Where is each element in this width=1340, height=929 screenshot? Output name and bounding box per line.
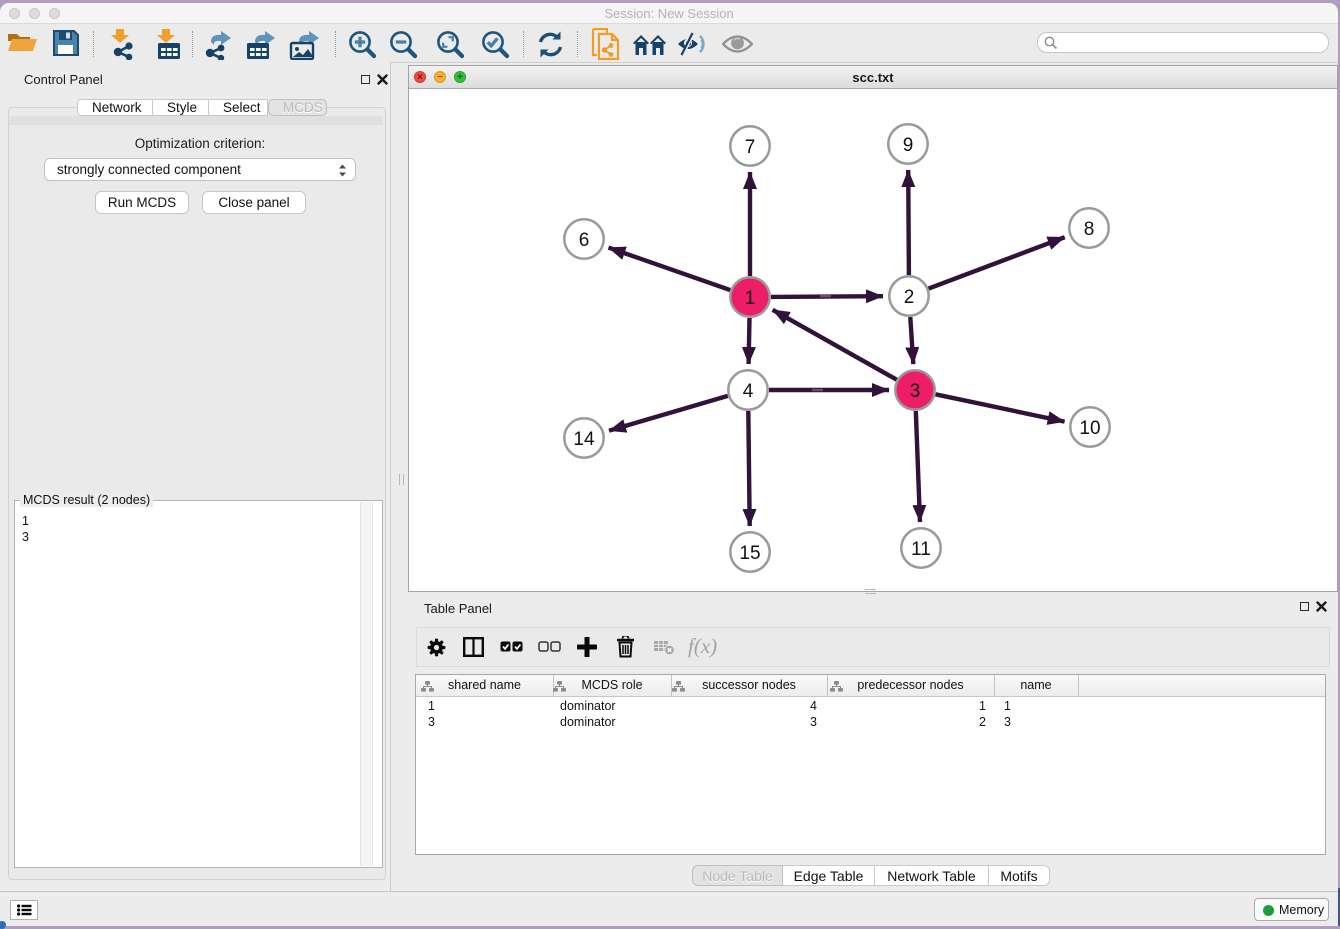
svg-text:8: 8: [1084, 219, 1095, 240]
svg-text:1: 1: [745, 288, 756, 309]
svg-text:9: 9: [903, 135, 914, 156]
svg-text:6: 6: [579, 230, 590, 251]
svg-text:14: 14: [573, 429, 595, 450]
svg-text:10: 10: [1079, 418, 1100, 439]
svg-text:7: 7: [745, 137, 756, 158]
svg-text:3: 3: [910, 381, 921, 402]
svg-text:11: 11: [911, 539, 931, 560]
svg-text:2: 2: [904, 287, 915, 308]
svg-text:4: 4: [743, 381, 754, 402]
svg-text:15: 15: [739, 543, 760, 564]
